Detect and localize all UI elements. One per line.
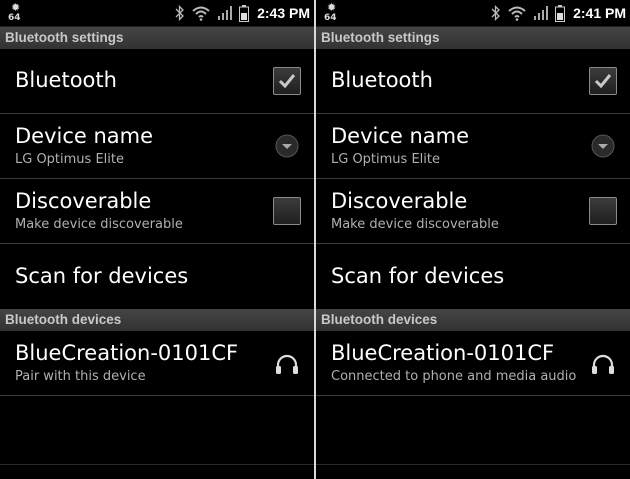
status-bar: ✹ 64 2:43 PM	[0, 0, 314, 27]
headphones-icon	[592, 354, 614, 374]
bluetooth-toggle-row[interactable]: Bluetooth	[0, 49, 314, 114]
screenshot-comparison: ✹ 64 2:43 PM Bluetooth settings Bluetoot…	[0, 0, 630, 479]
battery-icon	[555, 4, 566, 22]
signal-icon	[533, 5, 549, 21]
bluetooth-label: Bluetooth	[15, 68, 117, 92]
clock: 2:43 PM	[257, 5, 310, 21]
device-list-item[interactable]: BlueCreation-0101CF Connected to phone a…	[316, 331, 630, 396]
scan-label: Scan for devices	[15, 264, 189, 288]
device-name-row[interactable]: Device name LG Optimus Elite	[316, 114, 630, 179]
device-status: Pair with this device	[15, 369, 146, 384]
device-name-label: Device name	[331, 124, 470, 148]
wifi-icon	[507, 5, 527, 21]
notification-icon: ✹ 64	[5, 2, 27, 24]
notification-icon: ✹ 64	[321, 2, 343, 24]
discoverable-checkbox[interactable]	[589, 197, 617, 225]
headphones-icon	[276, 354, 298, 374]
section-header-bluetooth-settings: Bluetooth settings	[316, 27, 630, 49]
device-title: BlueCreation-0101CF	[331, 341, 555, 365]
section-header-bluetooth-settings: Bluetooth settings	[0, 27, 314, 49]
device-name-value: LG Optimus Elite	[15, 152, 124, 167]
sun-icon: ✹	[327, 1, 337, 14]
wifi-icon	[191, 5, 211, 21]
device-name-row[interactable]: Device name LG Optimus Elite	[0, 114, 314, 179]
device-name-value: LG Optimus Elite	[331, 152, 440, 167]
discoverable-row[interactable]: Discoverable Make device discoverable	[316, 179, 630, 244]
device-status: Connected to phone and media audio	[331, 369, 577, 384]
discoverable-subtitle: Make device discoverable	[331, 217, 499, 232]
sun-icon: ✹	[11, 1, 21, 14]
notification-count: 64	[8, 13, 21, 23]
scan-for-devices-row[interactable]: Scan for devices	[316, 244, 630, 309]
clock: 2:41 PM	[573, 5, 626, 21]
chevron-down-icon[interactable]	[274, 133, 300, 159]
device-title: BlueCreation-0101CF	[15, 341, 239, 365]
bluetooth-label: Bluetooth	[331, 68, 433, 92]
list-divider	[316, 464, 630, 465]
bluetooth-icon	[491, 5, 501, 21]
discoverable-row[interactable]: Discoverable Make device discoverable	[0, 179, 314, 244]
discoverable-label: Discoverable	[331, 189, 468, 213]
bluetooth-icon	[175, 5, 185, 21]
phone-screen-right: ✹ 64 2:41 PM Bluetooth settings Bluetoot…	[316, 0, 630, 479]
discoverable-label: Discoverable	[15, 189, 152, 213]
list-divider	[0, 464, 314, 465]
bluetooth-checkbox[interactable]	[273, 67, 301, 95]
discoverable-checkbox[interactable]	[273, 197, 301, 225]
device-name-label: Device name	[15, 124, 154, 148]
bluetooth-checkbox[interactable]	[589, 67, 617, 95]
phone-screen-left: ✹ 64 2:43 PM Bluetooth settings Bluetoot…	[0, 0, 314, 479]
notification-count: 64	[324, 13, 337, 23]
chevron-down-icon[interactable]	[590, 133, 616, 159]
device-list-item[interactable]: BlueCreation-0101CF Pair with this devic…	[0, 331, 314, 396]
status-bar: ✹ 64 2:41 PM	[316, 0, 630, 27]
scan-for-devices-row[interactable]: Scan for devices	[0, 244, 314, 309]
battery-icon	[239, 4, 250, 22]
section-header-bluetooth-devices: Bluetooth devices	[316, 309, 630, 331]
discoverable-subtitle: Make device discoverable	[15, 217, 183, 232]
section-header-bluetooth-devices: Bluetooth devices	[0, 309, 314, 331]
bluetooth-toggle-row[interactable]: Bluetooth	[316, 49, 630, 114]
signal-icon	[217, 5, 233, 21]
scan-label: Scan for devices	[331, 264, 505, 288]
